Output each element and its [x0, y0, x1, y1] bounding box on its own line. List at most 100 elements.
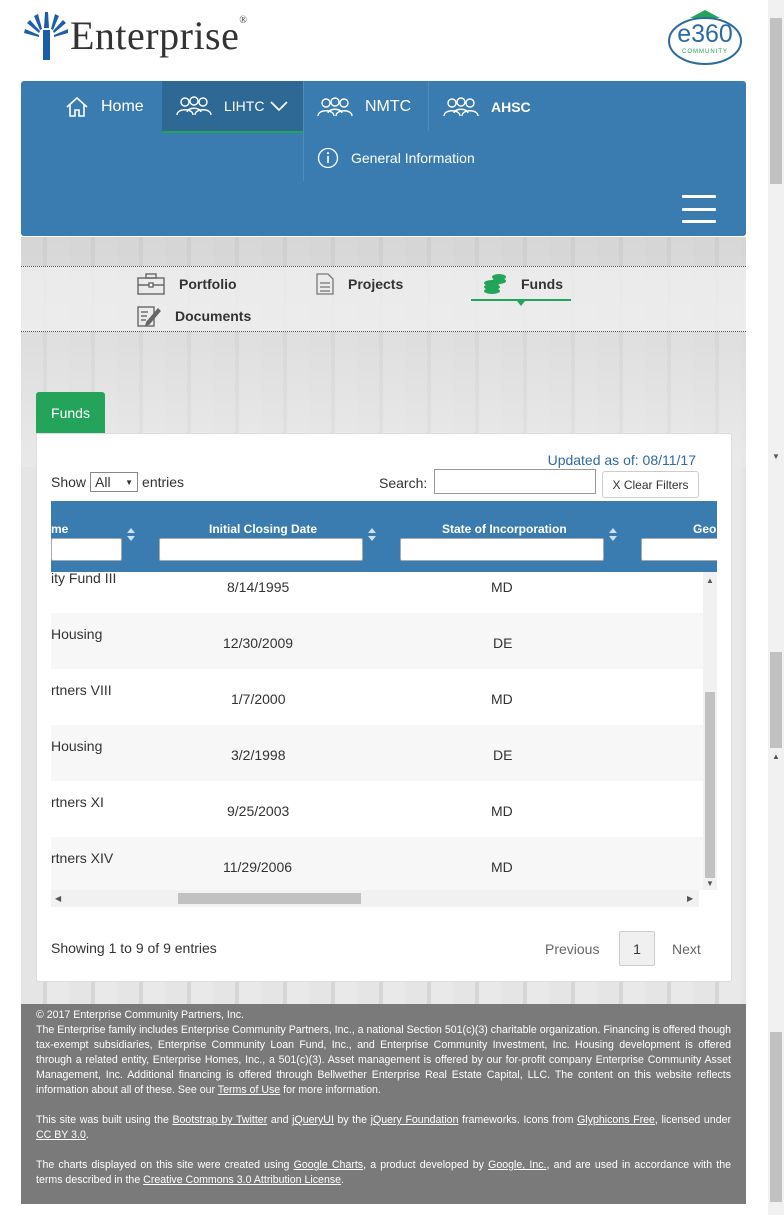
- sort-icon[interactable]: [609, 528, 617, 542]
- subnav-funds-label: Funds: [521, 276, 563, 292]
- table-row[interactable]: rtners XIV 11/29/2006 MD: [51, 837, 703, 890]
- menu-toggle-button[interactable]: [682, 195, 716, 223]
- column-header-initial-closing-date[interactable]: Initial Closing Date: [209, 522, 317, 536]
- page-scroll-thumb[interactable]: [770, 652, 782, 748]
- subnav-documents[interactable]: Documents: [137, 305, 251, 327]
- filter-input-initial-closing-date[interactable]: [159, 538, 363, 561]
- horizontal-scroll-thumb[interactable]: [178, 893, 361, 904]
- table-info: Showing 1 to 9 of 9 entries: [51, 940, 217, 956]
- nav-home[interactable]: Home: [65, 96, 144, 117]
- filter-input-state-of-incorporation[interactable]: [400, 538, 604, 561]
- tab-funds[interactable]: Funds: [36, 392, 105, 434]
- brand-name: Enterprise®: [70, 13, 248, 58]
- page-1-button[interactable]: 1: [619, 931, 655, 966]
- edit-icon: [137, 306, 161, 327]
- e360-sub-text: COMMUNITY: [682, 49, 728, 55]
- main-navbar: Home LIHTC NMTC AHSC General Information: [21, 81, 746, 236]
- column-header-geo[interactable]: Geo: [693, 522, 716, 536]
- jqueryui-link[interactable]: jQueryUI: [292, 1114, 334, 1126]
- scroll-left-icon[interactable]: ◀: [55, 894, 61, 903]
- cell-state: DE: [493, 635, 513, 651]
- coins-icon: [484, 274, 506, 294]
- table-row[interactable]: ity Fund III 8/14/1995 MD: [51, 572, 703, 613]
- bootstrap-link[interactable]: Bootstrap by Twitter: [172, 1114, 267, 1126]
- cell-name: rtners VIII: [51, 682, 112, 698]
- e360-text: e360: [677, 20, 733, 48]
- table-row[interactable]: rtners VIII 1/7/2000 MD: [51, 669, 703, 725]
- table-vertical-scrollbar[interactable]: ▲ ▼: [703, 572, 717, 890]
- entries-select[interactable]: All ▼: [90, 472, 139, 492]
- hamburger-line: [682, 195, 716, 198]
- creative-commons-link[interactable]: Creative Commons 3.0 Attribution License: [143, 1174, 341, 1186]
- table-header: me Initial Closing Date State of Incorpo…: [51, 501, 717, 572]
- nav-lihtc-label: LIHTC: [224, 98, 265, 114]
- page-scroll-thumb[interactable]: [770, 18, 782, 184]
- page-scrollbar[interactable]: ▼ ▲: [768, 0, 784, 1215]
- footer-copyright: © 2017 Enterprise Community Partners, In…: [36, 1009, 244, 1021]
- hamburger-line: [682, 220, 716, 223]
- subnav-active-caret: [517, 301, 525, 306]
- table-row[interactable]: Housing 12/30/2009 DE: [51, 613, 703, 669]
- next-page-button[interactable]: Next: [672, 941, 701, 957]
- cell-name: ity Fund III: [51, 572, 117, 586]
- nav-ahsc[interactable]: AHSC: [443, 97, 531, 117]
- cell-date: 9/25/2003: [227, 803, 290, 819]
- filter-input-name[interactable]: [51, 538, 122, 561]
- cell-state: MD: [491, 859, 513, 875]
- subnav-projects[interactable]: Projects: [316, 273, 403, 295]
- subnav-documents-label: Documents: [175, 308, 252, 324]
- scroll-up-icon[interactable]: ▲: [706, 576, 714, 585]
- vertical-scroll-thumb[interactable]: [705, 692, 715, 878]
- show-entries: Show All ▼ entries: [51, 472, 184, 492]
- sort-icon[interactable]: [127, 528, 135, 542]
- cell-state: MD: [491, 579, 513, 595]
- search-input[interactable]: [434, 469, 596, 494]
- e360-community-logo[interactable]: e360 COMMUNITY: [666, 10, 744, 70]
- subnav-funds[interactable]: Funds: [483, 273, 563, 295]
- cc-by-link[interactable]: CC BY 3.0: [36, 1129, 86, 1141]
- nav-lihtc[interactable]: LIHTC: [162, 81, 303, 133]
- glyphicons-link[interactable]: Glyphicons Free: [577, 1114, 655, 1126]
- scroll-down-icon[interactable]: ▼: [772, 452, 780, 461]
- table-body: ity Fund III 8/14/1995 MD Housing 12/30/…: [51, 572, 703, 890]
- page-scroll-thumb[interactable]: [770, 1032, 782, 1202]
- google-link[interactable]: Google, Inc.: [488, 1159, 546, 1171]
- hamburger-line: [682, 207, 716, 211]
- cell-date: 12/30/2009: [223, 635, 294, 651]
- people-icon: [443, 97, 479, 117]
- google-charts-link[interactable]: Google Charts: [294, 1159, 364, 1171]
- cell-date: 8/14/1995: [227, 579, 290, 595]
- column-header-name[interactable]: me: [51, 522, 68, 536]
- sort-icon[interactable]: [368, 528, 376, 542]
- terms-of-use-link[interactable]: Terms of Use: [218, 1084, 280, 1096]
- table-row[interactable]: Housing 3/2/1998 DE: [51, 725, 703, 781]
- updated-date: Updated as of: 08/11/17: [547, 452, 696, 468]
- cell-name: Housing: [51, 738, 103, 754]
- footer-credits: This site was built using the Bootstrap …: [36, 1114, 732, 1141]
- filter-input-geo[interactable]: [641, 538, 717, 561]
- cell-name: rtners XI: [51, 794, 104, 810]
- table-horizontal-scrollbar[interactable]: ◀ ▶: [51, 890, 699, 907]
- info-icon: [317, 147, 339, 169]
- nav-nmtc[interactable]: NMTC: [317, 97, 411, 117]
- clear-filters-button[interactable]: X Clear Filters: [602, 471, 699, 498]
- subnav: Portfolio Projects Funds Documents: [21, 266, 746, 332]
- table-row[interactable]: rtners XI 9/25/2003 MD: [51, 781, 703, 837]
- nav-general-information[interactable]: General Information: [317, 147, 475, 169]
- scroll-down-icon[interactable]: ▼: [706, 879, 714, 888]
- nav-ahsc-label: AHSC: [491, 99, 531, 115]
- subnav-portfolio[interactable]: Portfolio: [137, 273, 237, 295]
- subnav-projects-label: Projects: [348, 276, 404, 292]
- search-label: Search:: [379, 475, 428, 491]
- footer-charts: The charts displayed on this site were c…: [36, 1159, 732, 1186]
- entries-label: entries: [142, 474, 185, 490]
- subnav-portfolio-label: Portfolio: [179, 276, 237, 292]
- column-header-state-of-incorporation[interactable]: State of Incorporation: [442, 522, 567, 536]
- scroll-right-icon[interactable]: ▶: [687, 894, 693, 903]
- previous-page-button[interactable]: Previous: [545, 941, 599, 957]
- cell-date: 3/2/1998: [231, 747, 286, 763]
- entries-select-value: All: [95, 474, 111, 490]
- enterprise-logo[interactable]: Enterprise®: [24, 12, 247, 60]
- scroll-up-icon[interactable]: ▲: [772, 752, 780, 761]
- jquery-foundation-link[interactable]: jQuery Foundation: [371, 1114, 459, 1126]
